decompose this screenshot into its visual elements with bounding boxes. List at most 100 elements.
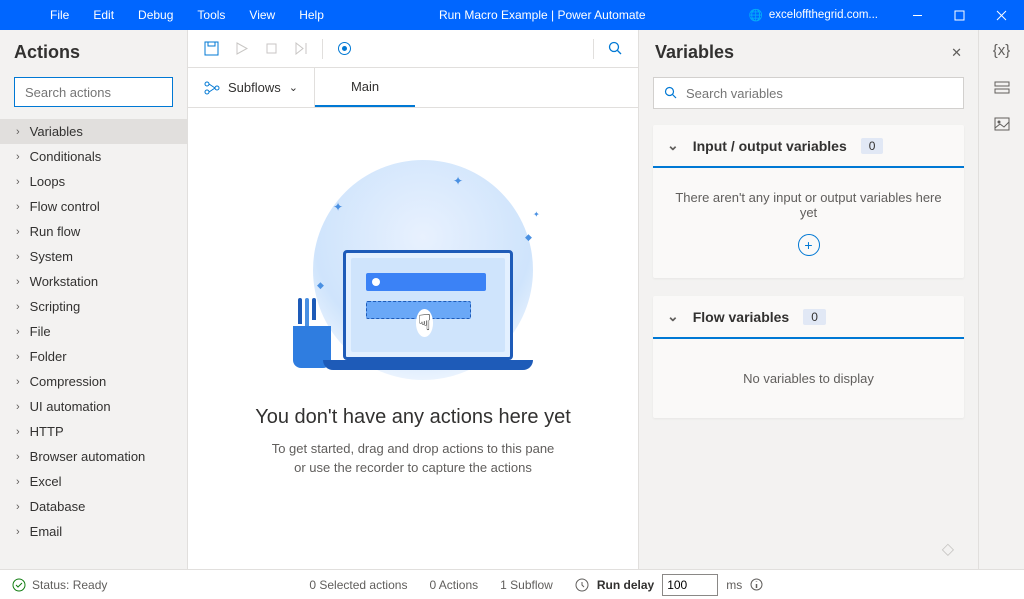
action-category-excel[interactable]: ›Excel — [0, 469, 187, 494]
chevron-right-icon: › — [16, 401, 20, 413]
actions-panel: Actions ›Variables ›Conditionals ›Loops … — [0, 30, 188, 569]
flow-variables-header[interactable]: ⌄ Flow variables 0 — [653, 296, 964, 339]
chevron-right-icon: › — [16, 301, 20, 313]
chevron-right-icon: › — [16, 201, 20, 213]
action-category-conditionals[interactable]: ›Conditionals — [0, 144, 187, 169]
ui-elements-rail-icon[interactable] — [994, 81, 1010, 95]
empty-illustration: ✦ ✦ ◆ ◆ ✦ ☟ — [273, 160, 553, 390]
info-icon[interactable] — [750, 578, 763, 591]
chevron-right-icon: › — [16, 476, 20, 488]
titlebar: File Edit Debug Tools View Help Run Macr… — [0, 0, 1024, 30]
actions-search-input[interactable] — [14, 77, 173, 107]
statusbar: Status: Ready 0 Selected actions 0 Actio… — [0, 569, 1024, 599]
empty-subtitle: To get started, drag and drop actions to… — [272, 439, 555, 478]
subflows-count: 1 Subflow — [500, 578, 553, 592]
action-category-compression[interactable]: ›Compression — [0, 369, 187, 394]
flow-count-badge: 0 — [803, 309, 826, 325]
empty-state: ✦ ✦ ◆ ◆ ✦ ☟ You don't have any actions h… — [188, 108, 638, 569]
chevron-right-icon: › — [16, 326, 20, 338]
action-category-email[interactable]: ›Email — [0, 519, 187, 544]
action-category-database[interactable]: ›Database — [0, 494, 187, 519]
chevron-right-icon: › — [16, 126, 20, 138]
close-button[interactable] — [984, 0, 1018, 30]
run-delay-label: Run delay — [597, 578, 654, 592]
action-category-folder[interactable]: ›Folder — [0, 344, 187, 369]
chevron-down-icon: ⌄ — [289, 81, 298, 94]
chevron-down-icon: ⌄ — [667, 137, 679, 154]
chevron-down-icon: ⌄ — [667, 308, 679, 325]
actions-title: Actions — [0, 30, 187, 73]
ms-label: ms — [726, 578, 742, 592]
actions-count: 0 Actions — [429, 578, 478, 592]
menubar: File Edit Debug Tools View Help — [38, 2, 336, 28]
status-ok-icon — [12, 578, 26, 592]
chevron-right-icon: › — [16, 376, 20, 388]
right-rail: {x} — [978, 30, 1024, 569]
separator — [322, 39, 323, 59]
selected-actions-count: 0 Selected actions — [309, 578, 407, 592]
status-text: Status: Ready — [32, 578, 107, 592]
recorder-button[interactable] — [329, 34, 359, 64]
chevron-right-icon: › — [16, 351, 20, 363]
subflows-dropdown[interactable]: Subflows ⌄ — [188, 68, 315, 107]
action-category-variables[interactable]: ›Variables — [0, 119, 187, 144]
site-label: 🌐 exceloffthegrid.com... — [749, 8, 878, 22]
flow-empty-text: No variables to display — [667, 371, 950, 386]
add-io-variable-button[interactable]: + — [798, 234, 820, 256]
action-category-workstation[interactable]: ›Workstation — [0, 269, 187, 294]
action-category-file[interactable]: ›File — [0, 319, 187, 344]
clock-icon — [575, 578, 589, 592]
designer-area: Subflows ⌄ Main ✦ ✦ ◆ ◆ ✦ ☟ — [188, 30, 638, 569]
menu-edit[interactable]: Edit — [81, 2, 126, 28]
menu-view[interactable]: View — [237, 2, 287, 28]
chevron-right-icon: › — [16, 226, 20, 238]
io-empty-text: There aren't any input or output variabl… — [667, 190, 950, 220]
close-panel-button[interactable]: ✕ — [951, 45, 962, 61]
clear-button[interactable]: ◇ — [942, 539, 954, 559]
menu-tools[interactable]: Tools — [185, 2, 237, 28]
variables-search[interactable] — [653, 77, 964, 109]
io-count-badge: 0 — [861, 138, 884, 154]
variables-search-input[interactable] — [686, 86, 953, 101]
action-category-scripting[interactable]: ›Scripting — [0, 294, 187, 319]
chevron-right-icon: › — [16, 526, 20, 538]
run-button[interactable] — [226, 34, 256, 64]
search-icon — [664, 86, 678, 100]
action-category-ui-automation[interactable]: ›UI automation — [0, 394, 187, 419]
chevron-right-icon: › — [16, 501, 20, 513]
action-category-system[interactable]: ›System — [0, 244, 187, 269]
chevron-right-icon: › — [16, 451, 20, 463]
menu-debug[interactable]: Debug — [126, 2, 185, 28]
action-category-run-flow[interactable]: ›Run flow — [0, 219, 187, 244]
subflows-icon — [204, 81, 220, 95]
tabs: Subflows ⌄ Main — [188, 68, 638, 108]
action-category-flow-control[interactable]: ›Flow control — [0, 194, 187, 219]
save-button[interactable] — [196, 34, 226, 64]
io-variables-section: ⌄ Input / output variables 0 There aren'… — [653, 125, 964, 278]
search-button[interactable] — [600, 34, 630, 64]
menu-file[interactable]: File — [38, 2, 81, 28]
chevron-right-icon: › — [16, 176, 20, 188]
action-category-loops[interactable]: ›Loops — [0, 169, 187, 194]
action-category-browser-automation[interactable]: ›Browser automation — [0, 444, 187, 469]
chevron-right-icon: › — [16, 151, 20, 163]
tab-main[interactable]: Main — [315, 68, 415, 107]
maximize-button[interactable] — [942, 0, 976, 30]
variables-panel: Variables ✕ ⌄ Input / output variables 0… — [638, 30, 978, 569]
window-title: Run Macro Example | Power Automate — [336, 8, 749, 22]
chevron-right-icon: › — [16, 426, 20, 438]
step-button[interactable] — [286, 34, 316, 64]
action-category-http[interactable]: ›HTTP — [0, 419, 187, 444]
variables-rail-icon[interactable]: {x} — [993, 42, 1011, 59]
stop-button[interactable] — [256, 34, 286, 64]
run-delay-input[interactable] — [662, 574, 718, 596]
menu-help[interactable]: Help — [287, 2, 336, 28]
action-list[interactable]: ›Variables ›Conditionals ›Loops ›Flow co… — [0, 119, 187, 569]
globe-icon: 🌐 — [749, 8, 763, 22]
chevron-right-icon: › — [16, 251, 20, 263]
io-variables-header[interactable]: ⌄ Input / output variables 0 — [653, 125, 964, 168]
minimize-button[interactable] — [900, 0, 934, 30]
actions-search[interactable] — [14, 77, 173, 107]
separator — [593, 39, 594, 59]
images-rail-icon[interactable] — [994, 117, 1010, 131]
